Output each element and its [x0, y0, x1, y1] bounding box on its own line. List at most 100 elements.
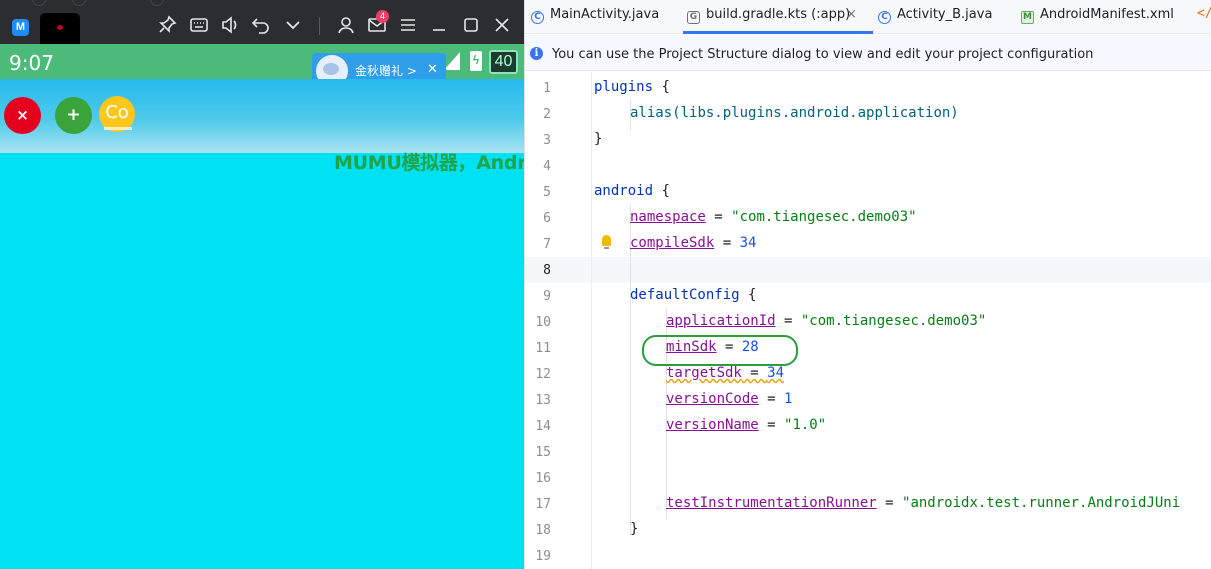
property: applicationId: [666, 313, 776, 329]
pin-icon[interactable]: [157, 15, 177, 35]
line-number: 4: [543, 159, 551, 174]
line-number: 6: [543, 211, 551, 226]
app-logo-icon[interactable]: M: [12, 19, 29, 36]
ghost-icon: [32, 0, 46, 6]
code-line-3[interactable]: }: [594, 131, 602, 147]
code-line-7[interactable]: compileSdk = 34: [630, 235, 756, 251]
arguments: (libs.plugins.android.application): [672, 105, 959, 121]
code-line-14[interactable]: versionName = "1.0": [666, 417, 826, 433]
line-number: 15: [535, 445, 551, 460]
titlebar-divider: [319, 17, 320, 35]
minimize-icon[interactable]: [429, 15, 449, 35]
tab-label: build.gradle.kts (:app): [706, 7, 851, 22]
string-literal: "1.0": [784, 417, 827, 433]
line-number: 16: [535, 471, 551, 486]
ghost-icon: [72, 0, 86, 6]
line-number: 2: [543, 107, 551, 122]
keyboard-icon[interactable]: [189, 15, 209, 35]
property: testInstrumentationRunner: [666, 495, 877, 511]
current-line-highlight: [525, 257, 1211, 283]
tab-mainactivity[interactable]: C MainActivity.java: [531, 0, 659, 34]
line-number: 10: [535, 315, 551, 330]
line-number: 7: [543, 237, 551, 252]
promo-close-button[interactable]: ✕: [427, 62, 438, 77]
tab-label: AndroidManifest.xml: [1040, 7, 1174, 22]
add-button[interactable]: +: [55, 97, 92, 134]
line-number: 18: [535, 523, 551, 538]
close-icon[interactable]: [492, 15, 512, 35]
volume-icon[interactable]: [220, 15, 240, 35]
close-button[interactable]: ×: [4, 97, 41, 134]
chevron-down-icon[interactable]: [283, 15, 303, 35]
code-line-9[interactable]: defaultConfig {: [630, 287, 756, 303]
operator: =: [714, 235, 740, 251]
tab-build-gradle[interactable]: Gbuild.gradle.kts (:app): [687, 0, 850, 34]
code-line-6[interactable]: namespace = "com.tiangesec.demo03": [630, 209, 917, 225]
class-icon: C: [878, 11, 891, 24]
emulator-tab[interactable]: [40, 13, 80, 44]
line-number: 13: [535, 393, 551, 408]
string-literal: "androidx.test.runner.AndroidJUni: [902, 495, 1181, 511]
status-time: 9:07: [9, 51, 54, 75]
code-line-10[interactable]: applicationId = "com.tiangesec.demo03": [666, 313, 986, 329]
charging-icon: ϟ: [472, 53, 480, 67]
emulator-window: M 4 9:07 ϟ 40 金秋赠礼 > ✕ × + Co MUMU模拟器，An…: [0, 0, 524, 569]
manifest-icon: M: [1021, 11, 1034, 24]
operator: =: [758, 417, 785, 433]
tab-activity-b[interactable]: C Activity_B.java: [878, 0, 992, 34]
code-line-13[interactable]: versionCode = 1: [666, 391, 792, 407]
fps-counter: 40: [489, 50, 518, 74]
operator: =: [741, 365, 768, 381]
punctuation: }: [594, 131, 603, 147]
gradle-icon: G: [687, 11, 700, 24]
string-literal: "com.tiangesec.demo03": [731, 209, 917, 225]
annotation-label: MUMU模拟器，Android12: [334, 152, 524, 174]
maximize-icon[interactable]: [461, 15, 481, 35]
user-icon[interactable]: [336, 15, 356, 35]
line-number: 1: [543, 81, 551, 96]
lightbulb-icon[interactable]: [602, 235, 611, 249]
promo-text[interactable]: 金秋赠礼 >: [355, 62, 417, 79]
property: versionCode: [666, 391, 759, 407]
line-number: 11: [535, 341, 551, 356]
tab-close-button[interactable]: ×: [846, 7, 857, 22]
line-number: 9: [543, 289, 551, 304]
screen: M 4 9:07 ϟ 40 金秋赠礼 > ✕ × + Co MUMU模拟器，An…: [0, 0, 1211, 569]
gutter-divider: [591, 72, 592, 569]
property: targetSdk: [666, 365, 742, 381]
tab-label: Activity_B.java: [897, 7, 993, 22]
code-line-2[interactable]: alias(libs.plugins.android.application): [630, 105, 959, 121]
keyword: defaultConfig: [630, 287, 740, 303]
ghost-icon: [150, 0, 164, 6]
tab-android-manifest[interactable]: M AndroidManifest.xml: [1021, 0, 1174, 34]
property: versionName: [666, 417, 759, 433]
code-line-12[interactable]: targetSdk = 34: [666, 365, 784, 381]
co-button-caption: [104, 127, 132, 130]
operator: =: [758, 391, 785, 407]
notice-text[interactable]: You can use the Project Structure dialog…: [552, 47, 1093, 62]
operator: =: [876, 495, 903, 511]
line-number: 8: [543, 263, 551, 278]
code-line-18[interactable]: }: [630, 521, 638, 537]
mail-badge: 4: [376, 10, 389, 23]
info-icon: i: [530, 47, 543, 60]
tab-overflow[interactable]: </: [1197, 6, 1211, 21]
code-line-17[interactable]: testInstrumentationRunner = "androidx.te…: [666, 495, 1180, 511]
undo-icon[interactable]: [251, 15, 271, 35]
editor-tab-bar: C MainActivity.java Gbuild.gradle.kts (:a…: [525, 0, 1211, 34]
operator: =: [775, 313, 801, 329]
number-literal: 34: [739, 235, 757, 251]
number-literal: 34: [767, 365, 785, 381]
keyword: android: [594, 183, 654, 199]
operator: =: [705, 209, 732, 225]
code-line-5[interactable]: android {: [594, 183, 670, 199]
keyword: plugins: [594, 79, 654, 95]
ide-editor: C MainActivity.java Gbuild.gradle.kts (:a…: [524, 0, 1211, 569]
function-call: alias: [630, 105, 673, 121]
menu-icon[interactable]: [398, 15, 418, 35]
active-tab-indicator: [683, 31, 873, 34]
line-number: 14: [535, 419, 551, 434]
code-line-1[interactable]: plugins {: [594, 79, 670, 95]
signal-icon: [444, 52, 460, 70]
string-literal: "com.tiangesec.demo03": [800, 313, 987, 329]
